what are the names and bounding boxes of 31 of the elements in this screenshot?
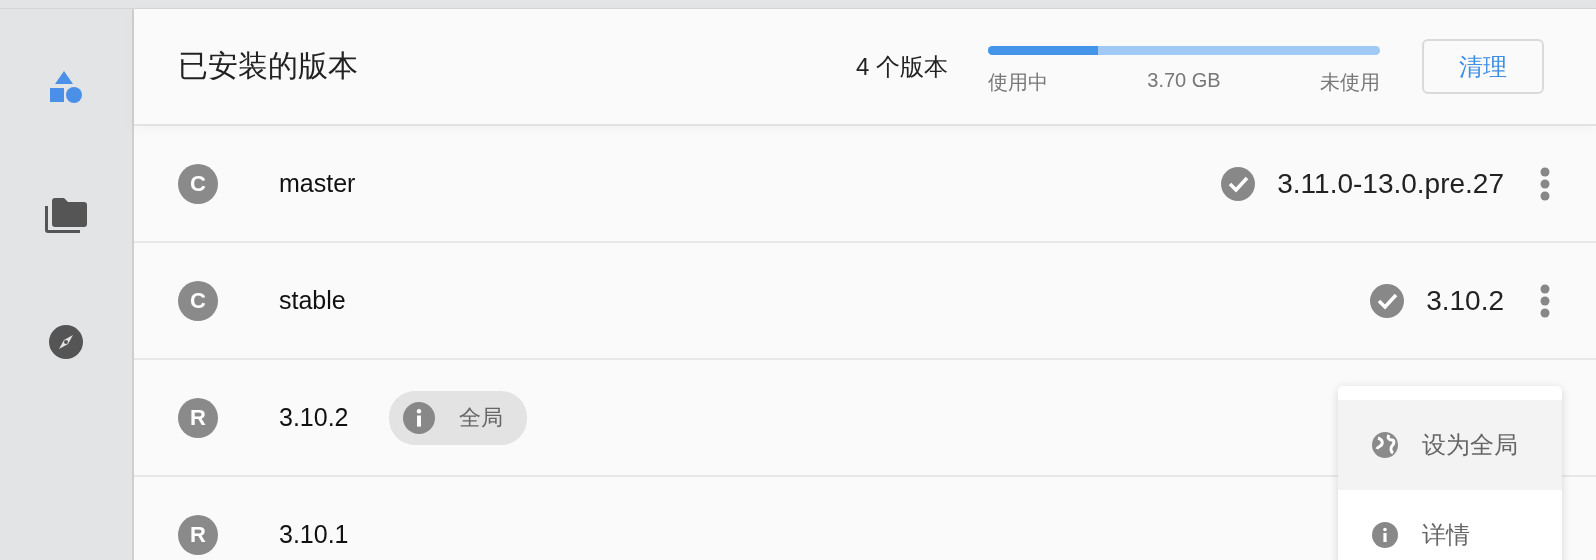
page-title: 已安装的版本 bbox=[178, 48, 359, 84]
version-number: 3.11.0-13.0.pre.27 bbox=[1277, 167, 1504, 200]
channel-avatar: C bbox=[178, 280, 218, 321]
menu-label: 详情 bbox=[1422, 520, 1470, 550]
check-icon bbox=[1370, 283, 1405, 318]
info-icon bbox=[402, 401, 435, 434]
more-icon[interactable] bbox=[1540, 283, 1550, 318]
storage-label: 未使用 bbox=[1320, 69, 1380, 95]
storage-size: 3.70 GB bbox=[1147, 68, 1221, 93]
version-name: 3.10.2 bbox=[279, 403, 349, 432]
menu-item[interactable]: 详情 bbox=[1338, 490, 1562, 560]
version-name: 3.10.1 bbox=[279, 520, 349, 549]
shapes-icon[interactable] bbox=[49, 71, 83, 105]
channel-avatar: C bbox=[178, 163, 218, 204]
version-row[interactable]: C master 3.11.0-13.0.pre.27 bbox=[134, 126, 1596, 243]
version-name: master bbox=[279, 169, 356, 198]
info-icon bbox=[1372, 522, 1398, 548]
compass-icon[interactable] bbox=[49, 325, 83, 359]
channel-avatar: R bbox=[178, 514, 218, 555]
menu-label: 设为全局 bbox=[1422, 430, 1518, 460]
more-icon[interactable] bbox=[1540, 166, 1550, 201]
menu-item[interactable]: 设为全局 bbox=[1338, 400, 1562, 490]
version-count: 4 个版本 bbox=[856, 51, 948, 82]
version-row[interactable]: C stable 3.10.2 bbox=[134, 243, 1596, 360]
tag-label: 全局 bbox=[458, 403, 503, 432]
folders-icon[interactable] bbox=[45, 197, 87, 233]
version-name: stable bbox=[279, 286, 346, 315]
version-number: 3.10.2 bbox=[1426, 284, 1504, 317]
check-icon bbox=[1221, 166, 1256, 201]
storage-label: 使用中 bbox=[988, 69, 1048, 95]
channel-avatar: R bbox=[178, 397, 218, 438]
